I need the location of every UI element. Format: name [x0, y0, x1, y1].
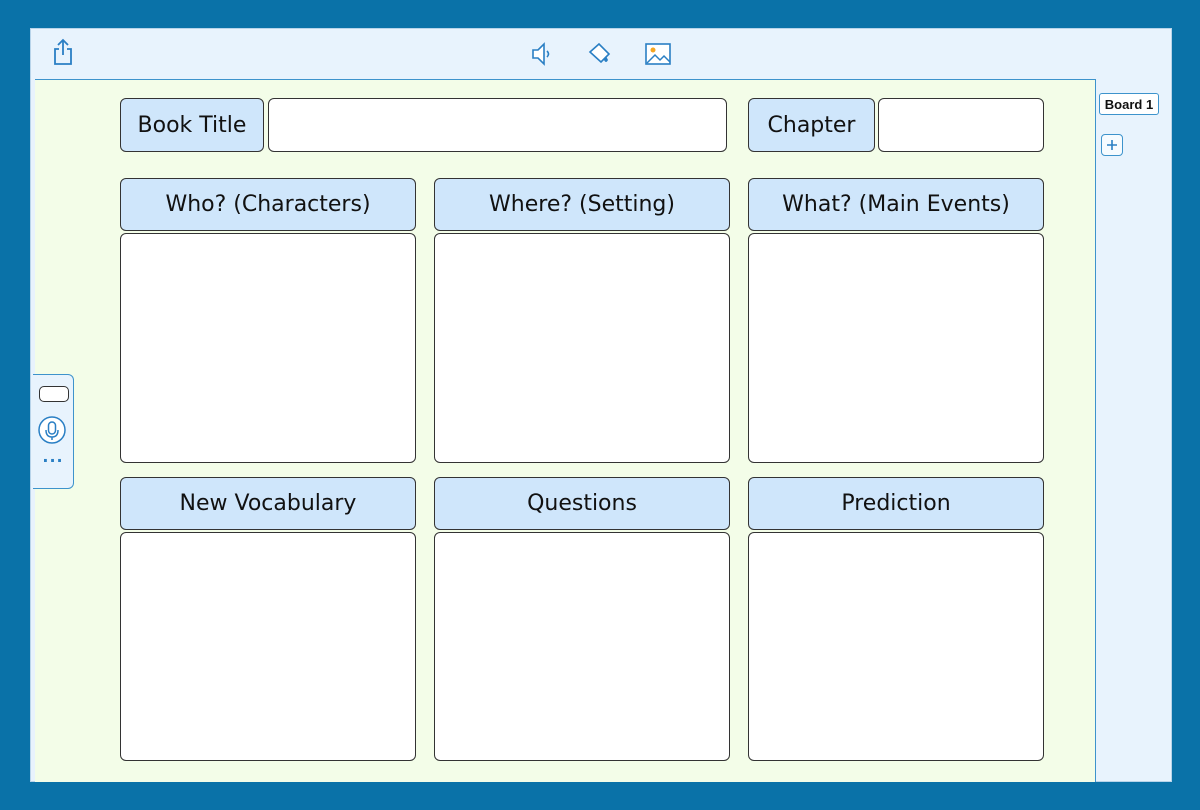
side-tools-panel: ···	[33, 374, 74, 489]
microphone-icon[interactable]	[38, 416, 66, 444]
add-board-button[interactable]	[1101, 134, 1123, 156]
setting-header: Where? (Setting)	[434, 178, 730, 231]
boards-panel	[1096, 79, 1171, 781]
share-icon[interactable]	[48, 37, 78, 67]
vocabulary-field[interactable]	[120, 532, 416, 761]
book-title-label: Book Title	[120, 98, 264, 152]
questions-header: Questions	[434, 477, 730, 530]
questions-field[interactable]	[434, 532, 730, 761]
prediction-header: Prediction	[748, 477, 1044, 530]
toolbar	[31, 29, 1171, 79]
characters-field[interactable]	[120, 233, 416, 463]
chapter-label: Chapter	[748, 98, 875, 152]
characters-header: Who? (Characters)	[120, 178, 416, 231]
book-title-input[interactable]	[268, 98, 727, 152]
paint-bucket-icon[interactable]	[584, 39, 614, 69]
text-box-tool[interactable]	[39, 386, 69, 402]
main-events-header: What? (Main Events)	[748, 178, 1044, 231]
more-options-button[interactable]: ···	[39, 453, 67, 469]
speaker-icon[interactable]	[527, 39, 557, 69]
board-tab[interactable]: Board 1	[1099, 93, 1159, 115]
prediction-field[interactable]	[748, 532, 1044, 761]
chapter-input[interactable]	[878, 98, 1044, 152]
vocabulary-header: New Vocabulary	[120, 477, 416, 530]
plus-icon	[1107, 140, 1117, 150]
setting-field[interactable]	[434, 233, 730, 463]
image-icon[interactable]	[643, 39, 673, 69]
main-events-field[interactable]	[748, 233, 1044, 463]
